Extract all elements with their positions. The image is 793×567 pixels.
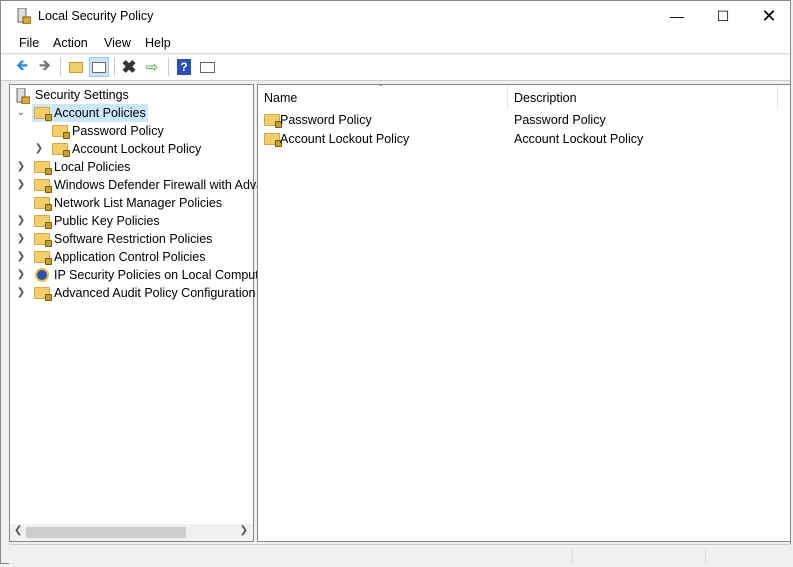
maximize-button[interactable]: ☐ [700, 1, 746, 32]
status-divider [705, 548, 706, 564]
policy-folder-icon [34, 197, 52, 211]
toolbar-separator [168, 58, 169, 76]
horizontal-scrollbar[interactable]: ❮ ❯ [10, 524, 253, 541]
list-item-description: Password Policy [514, 113, 606, 127]
status-bar [9, 544, 791, 564]
policy-folder-icon [52, 143, 70, 157]
toolbar: 🡸 🡺 ✖ ⇨ ? [1, 55, 790, 81]
security-settings-icon [16, 88, 30, 104]
title-bar: Local Security Policy — ☐ ✕ [1, 1, 790, 32]
tree-item-label: Account Lockout Policy [72, 142, 202, 156]
policy-folder-icon [34, 287, 52, 301]
menu-bar: File Action View Help [1, 32, 790, 54]
chevron-right-icon[interactable]: ❯ [16, 212, 26, 230]
tree-item-label: Software Restriction Policies [54, 232, 213, 246]
scrollbar-thumb[interactable] [26, 527, 186, 538]
policy-folder-icon [34, 233, 52, 247]
tree-item-label: Application Control Policies [54, 250, 206, 264]
forward-arrow-icon[interactable]: 🡺 [35, 57, 55, 77]
tree-item-label: Local Policies [54, 160, 131, 174]
policy-folder-icon [34, 251, 52, 265]
tree-item[interactable]: ⌄ Account Policies [10, 104, 253, 122]
delete-icon[interactable]: ✖ [119, 57, 139, 77]
chevron-right-icon[interactable]: ❯ [16, 158, 26, 176]
status-divider [572, 548, 573, 564]
show-hide-console-tree-icon[interactable] [89, 57, 109, 77]
menu-help[interactable]: Help [145, 36, 171, 50]
show-action-pane-icon[interactable] [197, 57, 217, 77]
security-policy-icon [17, 8, 31, 24]
column-header-name[interactable]: Name ˆ [258, 84, 508, 109]
tree-item[interactable]: Password Policy [10, 122, 253, 140]
scroll-right-icon[interactable]: ❯ [240, 525, 248, 536]
ip-security-icon [35, 268, 49, 282]
list-item-name: Password Policy [280, 113, 372, 127]
tree-item[interactable]: ❯ Account Lockout Policy [10, 140, 253, 158]
policy-folder-icon [264, 133, 282, 147]
tree-item-label: Network List Manager Policies [54, 196, 223, 210]
chevron-right-icon[interactable]: ❯ [16, 230, 26, 248]
tree-item-label: Password Policy [72, 124, 164, 138]
main-window: Local Security Policy — ☐ ✕ File Action … [0, 0, 791, 564]
tree-item[interactable]: ❯ Windows Defender Firewall with Adva [10, 176, 263, 194]
tree-item-label: Advanced Audit Policy Configuration [54, 286, 256, 300]
chevron-right-icon[interactable]: ❯ [16, 176, 26, 194]
menu-file[interactable]: File [19, 36, 39, 50]
window-title: Local Security Policy [38, 9, 154, 23]
scroll-left-icon[interactable]: ❮ [14, 525, 22, 536]
list-item-description: Account Lockout Policy [514, 132, 644, 146]
chevron-right-icon[interactable]: ❯ [34, 140, 44, 158]
minimize-button[interactable]: — [654, 1, 700, 32]
toolbar-separator [114, 58, 115, 76]
policy-folder-icon [34, 161, 52, 175]
column-label: Description [514, 91, 577, 105]
menu-action[interactable]: Action [53, 36, 88, 50]
export-list-icon[interactable]: ⇨ [142, 57, 162, 77]
policy-folder-icon [34, 179, 52, 193]
console-tree: Security Settings ⌄ Account Policies Passw… [9, 84, 266, 542]
back-arrow-icon[interactable]: 🡸 [12, 57, 32, 77]
tree-item[interactable]: ❯ Software Restriction Policies [10, 230, 253, 248]
chevron-right-icon[interactable]: ❯ [16, 284, 26, 302]
policy-folder-icon [52, 125, 70, 139]
tree-item[interactable]: Network List Manager Policies [10, 194, 253, 212]
chevron-down-icon[interactable]: ⌄ [16, 104, 26, 122]
chevron-right-icon[interactable]: ❯ [16, 266, 26, 284]
details-pane: Name ˆ Description Password Policy Passwo… [257, 84, 791, 542]
list-item[interactable]: Account Lockout Policy Account Lockout P… [258, 130, 790, 148]
help-icon[interactable]: ? [174, 57, 194, 77]
up-folder-icon[interactable] [66, 57, 86, 77]
menu-view[interactable]: View [104, 36, 131, 50]
tree-item-label: Security Settings [35, 88, 129, 102]
list-item-name: Account Lockout Policy [280, 132, 410, 146]
tree-item-label: IP Security Policies on Local Compute [54, 268, 266, 282]
tree-item-label: Public Key Policies [54, 214, 160, 228]
sort-ascending-icon: ˆ [379, 84, 383, 95]
tree-item[interactable]: ❯ Advanced Audit Policy Configuration [10, 284, 256, 302]
tree-item[interactable]: ❯ Public Key Policies [10, 212, 253, 230]
policy-folder-icon [34, 215, 52, 229]
column-header-description[interactable]: Description [508, 85, 778, 109]
column-label: Name [264, 91, 298, 105]
close-button[interactable]: ✕ [746, 1, 792, 32]
tree-item[interactable]: ❯ Local Policies [10, 158, 253, 176]
policy-folder-icon [264, 114, 282, 128]
tree-item-label: Windows Defender Firewall with Adva [54, 178, 264, 192]
chevron-right-icon[interactable]: ❯ [16, 248, 26, 266]
policy-folder-icon [34, 107, 52, 121]
list-item[interactable]: Password Policy Password Policy [258, 111, 790, 129]
toolbar-separator [60, 58, 61, 76]
tree-item[interactable]: ❯ IP Security Policies on Local Compute [10, 266, 266, 284]
tree-item[interactable]: ❯ Application Control Policies [10, 248, 253, 266]
